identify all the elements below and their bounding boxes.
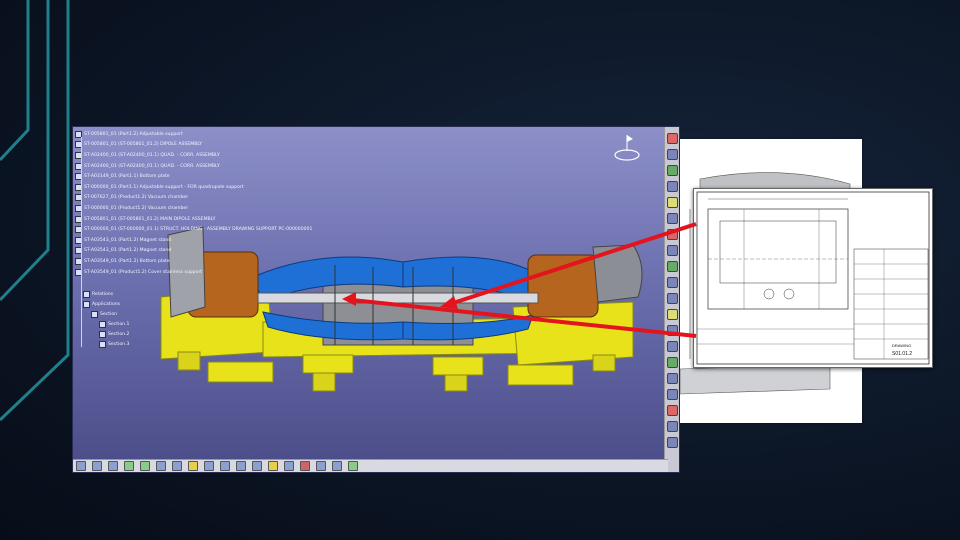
pad-icon[interactable] [666,149,678,160]
fit-all-icon[interactable] [156,461,166,471]
measure-icon[interactable] [348,461,358,471]
tree-item[interactable]: Section.1 [83,319,129,329]
tree-item[interactable]: Relations [83,289,129,299]
title-block-label: DRAWING [892,343,911,348]
clash-icon[interactable] [666,229,678,240]
copy-icon[interactable] [92,461,102,471]
view-icon[interactable] [666,341,678,352]
tree-item[interactable]: Applications [83,299,129,309]
tree-item[interactable]: ST-000000_01 (ST-000000_01.1) STRUCT. HO… [75,224,375,235]
render-icon[interactable] [332,461,342,471]
tree-item[interactable]: ST-A03549_01 (Product1.2) Cover stainles… [75,267,375,278]
tree-item[interactable]: ST-005801_01 (ST-005801_01.2) DIPOLE ASS… [75,140,375,151]
normal-view-icon[interactable] [236,461,246,471]
tree-item[interactable]: Section.2 [83,329,129,339]
zoom-out-icon[interactable] [220,461,230,471]
relations-icon [83,290,90,298]
tree-item[interactable]: ST-A02400_01 (ST-A02400_01.1) QUAD. - CO… [75,161,375,172]
tree-item[interactable]: ST-000000_01 (Part1.1) Adjustable suppor… [75,182,375,193]
swap-icon[interactable] [666,405,678,416]
tree-item[interactable]: ST-A03543_01 (Part1.2) Magnet stand [75,235,375,246]
pan-icon[interactable] [666,293,678,304]
light-icon[interactable] [666,373,678,384]
tree-item[interactable]: Section.3 [83,339,129,349]
render-icon[interactable] [666,357,678,368]
undo-icon[interactable] [124,461,134,471]
product-tree[interactable]: ST-005801_01 (Part1.2) Adjustable suppor… [75,129,375,347]
section-icon[interactable] [666,213,678,224]
applications-icon [83,300,90,308]
pan-icon[interactable] [172,461,182,471]
product-tree-subitems[interactable]: Relations Applications Section Section.1… [83,289,129,349]
tree-item[interactable]: ST-A03549_01 (Part1.2) Bottom plate [75,256,375,267]
fly-icon[interactable] [666,261,678,272]
iso-view-icon[interactable] [268,461,278,471]
tree-item[interactable]: ST-A03149_01 (Part1.1) Bottom plate [75,171,375,182]
zoom-in-icon[interactable] [204,461,214,471]
measure-icon[interactable] [666,197,678,208]
hide-icon[interactable] [666,389,678,400]
zoom-icon[interactable] [666,277,678,288]
paste-icon[interactable] [108,461,118,471]
multi-view-icon[interactable] [252,461,262,471]
tree-item[interactable]: ST-A03543_01 (Part1.2) Magnet stand [75,246,375,257]
drawing-front-figure: DRAWING S01.01.2 [696,191,930,365]
tree-item[interactable]: ST-005801_01 (Part1.2) Adjustable suppor… [75,129,375,140]
pocket-icon[interactable] [666,165,678,176]
rotate-icon[interactable] [188,461,198,471]
section-icon [99,320,106,328]
tree-connector [81,137,82,347]
right-toolbar [664,127,679,472]
cad-viewport-window[interactable]: ST-005801_01 (Part1.2) Adjustable suppor… [72,126,680,473]
section-icon [91,310,98,318]
tree-item[interactable]: ST-000000_01 (Product1.2) Vacuum chamber [75,203,375,214]
compass-icon[interactable] [613,133,641,163]
select-icon[interactable] [76,461,86,471]
hide-show-icon[interactable] [300,461,310,471]
snap-icon[interactable] [666,245,678,256]
tree-item[interactable]: ST-005801_01 (ST-005801_01.2) MAIN DIPOL… [75,214,375,225]
redo-icon[interactable] [140,461,150,471]
bottom-toolbar [73,459,668,472]
tree-item[interactable]: ST-A02400_01 (ST-A02400_01.1) QUAD. - CO… [75,150,375,161]
sketch-icon[interactable] [666,133,678,144]
fillet-icon[interactable] [666,181,678,192]
swap-space-icon[interactable] [316,461,326,471]
shading-icon[interactable] [284,461,294,471]
update-icon[interactable] [666,437,678,448]
section-icon [99,340,106,348]
grid-icon[interactable] [666,421,678,432]
fit-icon[interactable] [666,325,678,336]
rotate-icon[interactable] [666,309,678,320]
technical-drawing-front: DRAWING S01.01.2 [693,188,933,368]
section-icon [99,330,106,338]
tree-item[interactable]: ST-007627_01 (Product1.2) Vacuum chamber [75,193,375,204]
tree-item[interactable]: Section [83,309,129,319]
sheet-number: S01.01.2 [892,351,912,357]
